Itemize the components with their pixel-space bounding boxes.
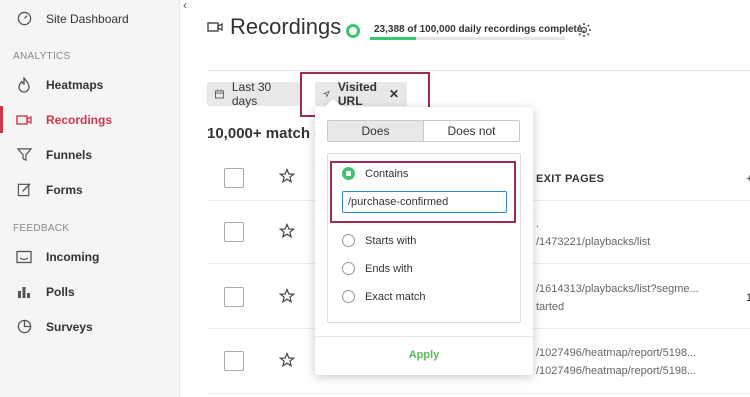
exit-page-cell[interactable]: /1027496/heatmap/report/5198... [536,347,696,359]
star-icon[interactable] [278,167,296,189]
star-icon[interactable] [278,222,296,244]
page-title: Recordings [230,14,342,39]
quota-progress-bar [370,37,565,40]
dashboard-icon [16,11,32,27]
funnel-icon [16,147,32,163]
header-edge-glyph: + [746,173,750,185]
does-toggle[interactable]: Does [327,120,424,142]
sidebar-item-site-dashboard[interactable]: Site Dashboard [0,1,180,36]
exit-page-cell: tarted [536,301,565,313]
exit-page-cell[interactable]: /1473221/playbacks/list [536,236,650,248]
radio-starts-with[interactable]: Starts with [342,234,416,247]
inbox-icon [16,249,32,265]
radio-label: Ends with [365,262,413,275]
quota-status-icon [346,24,360,38]
form-edit-icon [16,182,32,198]
popover-divider [315,336,533,337]
does-not-toggle[interactable]: Does not [423,120,520,142]
select-all-checkbox[interactable] [224,168,244,188]
section-feedback: FEEDBACK [13,223,70,234]
quota-text: 23,388 of 100,000 daily recordings compl… [374,24,586,35]
sidebar-item-forms[interactable]: Forms [0,172,180,207]
exit-page-cell[interactable]: /1614313/playbacks/list?segme... [536,283,699,295]
url-filter-popover: Does Does not Contains Starts with Ends … [315,107,533,375]
apply-button[interactable]: Apply [315,349,533,361]
exit-pages-column-header[interactable]: EXIT PAGES [536,173,604,185]
quota-progress-fill [370,37,416,40]
sidebar-item-label: Site Dashboard [46,11,129,26]
sidebar-item-incoming[interactable]: Incoming [0,239,180,274]
sidebar-item-label: Recordings [46,112,113,127]
video-camera-icon [16,112,32,128]
sidebar-item-label: Polls [46,284,75,299]
star-icon[interactable] [278,351,296,373]
exit-page-cell[interactable]: /1027496/heatmap/report/5198... [536,365,696,377]
radio-exact-match[interactable]: Exact match [342,290,426,303]
collapse-sidebar-button[interactable]: ‹ [183,0,187,12]
sidebar: Site Dashboard ANALYTICS Heatmaps Record… [0,0,180,397]
radio-label: Starts with [365,234,417,247]
radio-unchecked-icon[interactable] [342,262,355,275]
video-camera-icon [207,20,223,38]
sidebar-item-label: Forms [46,182,83,197]
radio-label: Exact match [365,290,426,303]
row-checkbox[interactable] [224,222,244,242]
sidebar-item-polls[interactable]: Polls [0,274,180,309]
sidebar-item-recordings[interactable]: Recordings [0,102,180,137]
pie-chart-icon [16,319,32,335]
sidebar-item-heatmaps[interactable]: Heatmaps [0,67,180,102]
flame-icon [16,76,32,93]
sidebar-item-funnels[interactable]: Funnels [0,137,180,172]
date-range-label: Last 30 days [231,80,272,108]
sidebar-item-label: Funnels [46,147,93,162]
exit-page-cell: . [536,218,540,230]
section-analytics: ANALYTICS [13,51,71,62]
sidebar-item-surveys[interactable]: Surveys [0,309,180,344]
radio-ends-with[interactable]: Ends with [342,262,413,275]
results-count: 10,000+ match c [207,125,322,142]
row-divider [207,393,750,394]
header-divider [207,70,750,71]
gear-icon[interactable] [576,22,592,43]
star-icon[interactable] [278,287,296,309]
sidebar-item-label: Surveys [46,319,93,334]
highlight-box-contains [330,161,516,223]
sidebar-item-label: Incoming [46,249,100,264]
radio-unchecked-icon[interactable] [342,234,355,247]
row-checkbox[interactable] [224,351,244,371]
results-count-label: 10,000+ match [207,125,310,142]
bar-chart-icon [16,284,32,300]
row-edge-glyph: 1 [746,292,750,304]
row-checkbox[interactable] [224,287,244,307]
calendar-icon [215,89,224,99]
radio-unchecked-icon[interactable] [342,290,355,303]
date-range-filter[interactable]: Last 30 days [207,80,300,108]
sidebar-item-label: Heatmaps [46,77,104,92]
